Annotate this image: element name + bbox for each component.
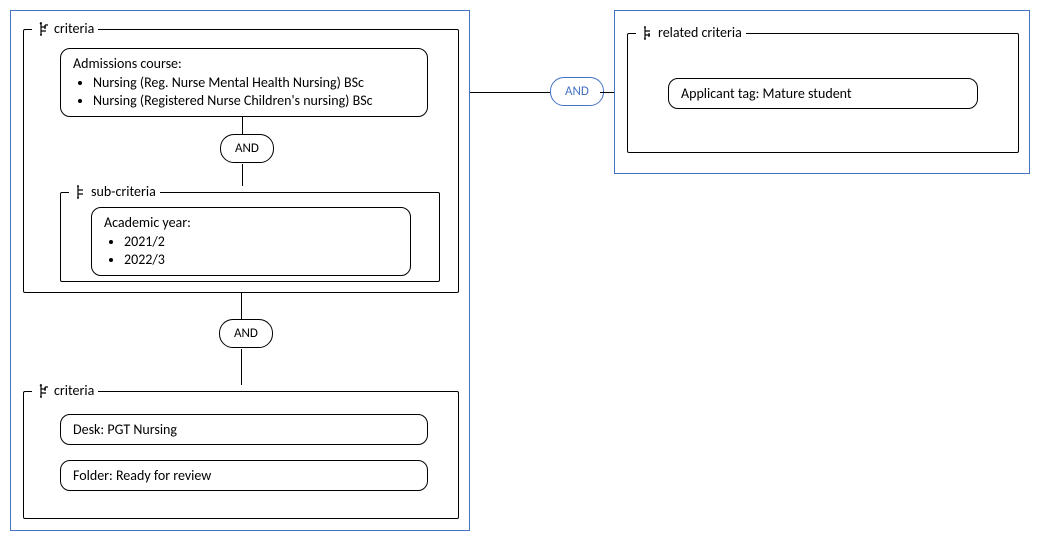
and-operator-1: AND (220, 134, 274, 163)
folder-field-text: Folder: Ready for review (73, 467, 211, 484)
left-panel: + criteria Admissions course: Nursing (R… (10, 10, 470, 531)
and-operator-mid-label: AND (234, 326, 258, 341)
academic-year-list: 2021/2 2022/3 (104, 233, 398, 269)
and-operator-center-label: AND (565, 84, 589, 99)
connector (242, 116, 243, 134)
connector (242, 164, 243, 186)
related-criteria-label: related criteria (636, 24, 746, 41)
desk-field: Desk: PGT Nursing (60, 414, 428, 445)
list-item: 2022/3 (124, 251, 398, 269)
diagram-canvas: + criteria Admissions course: Nursing (R… (0, 0, 1041, 541)
criteria-group-2-label-text: criteria (54, 382, 94, 399)
criteria-group-1: + criteria Admissions course: Nursing (R… (23, 29, 459, 293)
sub-criteria-label: sub-criteria (69, 183, 160, 200)
list-item: Nursing (Reg. Nurse Mental Health Nursin… (93, 74, 415, 92)
and-operator-mid: AND (219, 319, 273, 348)
right-panel: related criteria Applicant tag: Mature s… (614, 10, 1030, 174)
connector (241, 293, 242, 319)
folder-field: Folder: Ready for review (60, 460, 428, 491)
and-operator-1-label: AND (235, 141, 259, 156)
tree-expand-icon: + (36, 22, 50, 36)
criteria-group-1-label-text: criteria (54, 20, 94, 37)
criteria-group-2: + criteria Desk: PGT Nursing Folder: Rea… (23, 391, 459, 519)
criteria-group-2-label: + criteria (32, 382, 98, 399)
criteria-group-1-label: + criteria (32, 20, 98, 37)
admissions-course-title: Admissions course: (73, 55, 415, 72)
tree-collapse-icon (640, 26, 654, 40)
sub-criteria-group: sub-criteria Academic year: 2021/2 2022/… (60, 192, 440, 282)
list-item: 2021/2 (124, 233, 398, 251)
admissions-course-list: Nursing (Reg. Nurse Mental Health Nursin… (73, 74, 415, 110)
desk-field-text: Desk: PGT Nursing (73, 421, 177, 438)
admissions-course-field: Admissions course: Nursing (Reg. Nurse M… (60, 48, 428, 117)
applicant-tag-field: Applicant tag: Mature student (668, 78, 978, 109)
related-criteria-label-text: related criteria (658, 24, 742, 41)
tree-icon (73, 185, 87, 199)
applicant-tag-text: Applicant tag: Mature student (681, 85, 852, 102)
and-operator-center: AND (550, 77, 604, 106)
related-criteria-group: related criteria Applicant tag: Mature s… (627, 33, 1019, 153)
tree-expand-icon: + (36, 384, 50, 398)
sub-criteria-label-text: sub-criteria (91, 183, 156, 200)
academic-year-field: Academic year: 2021/2 2022/3 (91, 207, 411, 276)
connector (241, 349, 242, 385)
connector (470, 92, 550, 93)
academic-year-title: Academic year: (104, 214, 398, 231)
connector (600, 92, 614, 93)
list-item: Nursing (Registered Nurse Children's nur… (93, 92, 415, 110)
